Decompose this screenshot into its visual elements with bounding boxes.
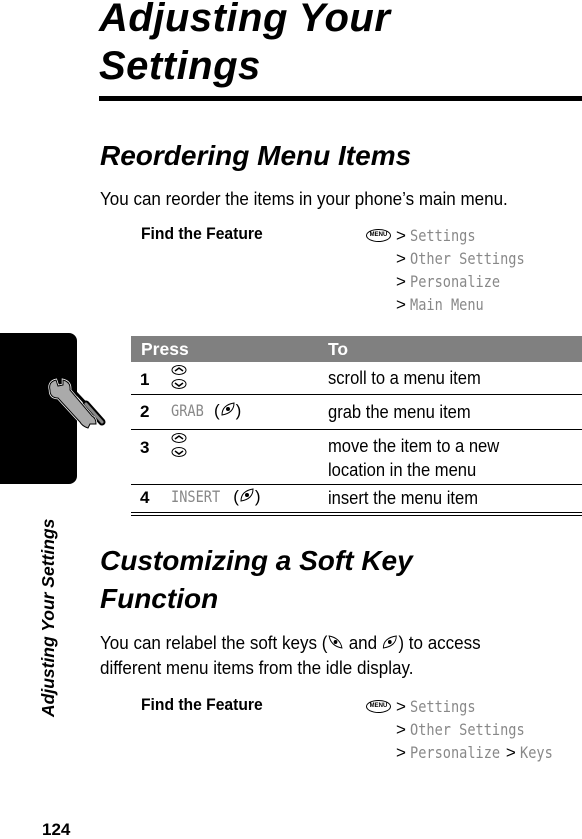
step-description: move the item to a new location in the m… [328, 434, 567, 482]
key-label: GRAB () [171, 401, 241, 422]
nav-up-down-icon [171, 364, 187, 395]
header-to: To [328, 339, 349, 359]
section-body-reordering: You can reorder the items in your phone’… [100, 188, 508, 209]
key-label: INSERT () [171, 487, 261, 508]
menu-key-icon: MENU [366, 229, 391, 242]
step-number: 4 [140, 488, 150, 507]
find-the-feature-label: Find the Feature [141, 224, 263, 243]
body-text-line: different menu items from the idle displ… [100, 657, 414, 679]
right-soft-key-icon [382, 632, 399, 656]
page-number: 124 [42, 820, 71, 839]
title-rule [99, 96, 582, 101]
body-text-part: ) to access [398, 632, 481, 653]
page-title-line1: Adjusting Your [99, 0, 391, 40]
section-heading-soft-key: Customizing a Soft Key Function [100, 542, 570, 618]
heading-line: Function [100, 583, 219, 614]
path-item: Other Settings [409, 249, 525, 268]
step-number: 2 [140, 402, 150, 421]
path-item: Personalize [409, 743, 501, 762]
menu-key-icon: MENU [366, 700, 391, 713]
step-description: insert the menu item [328, 488, 479, 508]
heading-line: Customizing a Soft Key [100, 545, 413, 576]
desc-line: move the item to a new [328, 436, 500, 456]
step-number: 3 [140, 438, 150, 457]
path-item: Settings [409, 226, 476, 245]
table-end-rule [131, 513, 582, 516]
menu-path: MENU > Settings > Other Settings > Personal… [366, 224, 545, 316]
nav-up-down-icon [171, 432, 187, 463]
soft-key-label: INSERT [171, 487, 221, 506]
table-row: 4 INSERT () insert the menu item [131, 485, 582, 513]
sidebar-chapter-title: Adjusting Your Settings [38, 518, 58, 717]
path-item: Settings [409, 697, 476, 716]
table-row: 3 move the item to a new location in the… [131, 430, 582, 485]
desc-line: location in the menu [328, 460, 477, 480]
step-description: grab the menu item [328, 402, 471, 422]
right-soft-key-icon [220, 401, 236, 422]
table-row: 2 GRAB () grab the menu item [131, 395, 582, 430]
page-title-line2: Settings [99, 44, 261, 88]
soft-key-label: GRAB [171, 401, 204, 420]
body-text-part: You can relabel the soft keys ( [100, 632, 328, 653]
table-row: 1 scroll to a menu item [131, 362, 582, 395]
section-body-soft-key: You can relabel the soft keys ( and ) to… [100, 631, 532, 680]
left-soft-key-icon [327, 632, 344, 656]
path-item: Personalize [409, 272, 501, 291]
body-text-part: and [348, 632, 378, 653]
table-header: Press To [131, 336, 582, 362]
menu-path: MENU > Settings > Other Settings > Personal… [366, 695, 558, 764]
step-description: scroll to a menu item [328, 368, 481, 388]
step-number: 1 [140, 370, 150, 389]
right-soft-key-icon [239, 487, 255, 508]
path-item: Other Settings [409, 720, 525, 739]
page-title: Adjusting Your Settings [99, 0, 579, 90]
press-table: Press To 1 scroll to a menu item 2 GRAB … [131, 336, 582, 516]
find-the-feature-label: Find the Feature [141, 695, 263, 714]
path-item: Keys [519, 743, 553, 762]
header-press: Press [141, 339, 189, 359]
path-item: Main Menu [409, 295, 484, 314]
wrench-screwdriver-icon [44, 370, 106, 442]
section-heading-reordering: Reordering Menu Items [100, 140, 412, 171]
